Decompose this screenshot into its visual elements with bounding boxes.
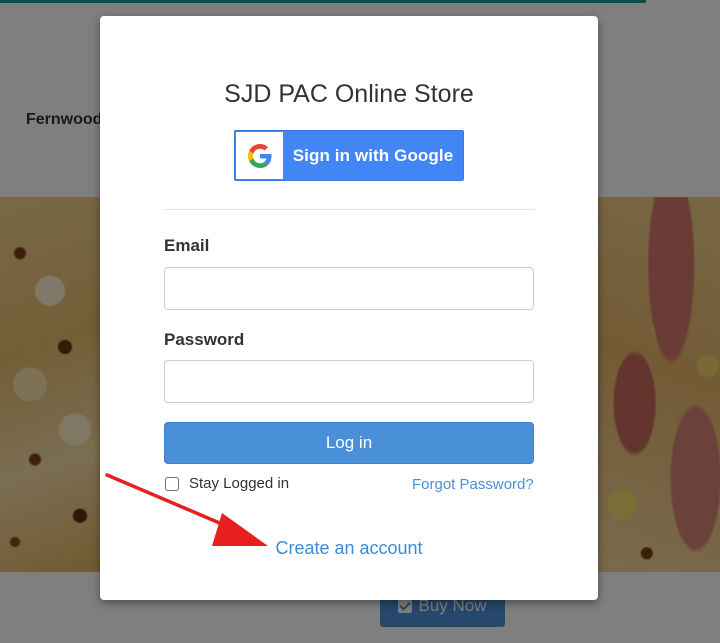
- email-label: Email: [164, 236, 210, 255]
- stay-logged-in-row: Stay Logged in: [164, 475, 289, 492]
- forgot-password-link[interactable]: Forgot Password?: [412, 476, 534, 493]
- email-field[interactable]: [164, 267, 534, 310]
- password-label: Password: [164, 330, 245, 349]
- google-sign-in-label: Sign in with Google: [292, 145, 454, 165]
- password-field[interactable]: [164, 360, 534, 403]
- create-account-link[interactable]: Create an account: [100, 538, 598, 559]
- login-button[interactable]: Log in: [164, 422, 534, 464]
- google-sign-in-button[interactable]: Sign in with Google: [234, 130, 464, 181]
- stay-logged-in-checkbox[interactable]: [165, 476, 179, 491]
- google-g-icon: [236, 132, 283, 179]
- divider: [164, 209, 534, 210]
- login-modal: SJD PAC Online Store Sign in with Google…: [100, 16, 598, 600]
- modal-title: SJD PAC Online Store: [224, 80, 474, 108]
- stay-logged-in-label: Stay Logged in: [189, 475, 290, 492]
